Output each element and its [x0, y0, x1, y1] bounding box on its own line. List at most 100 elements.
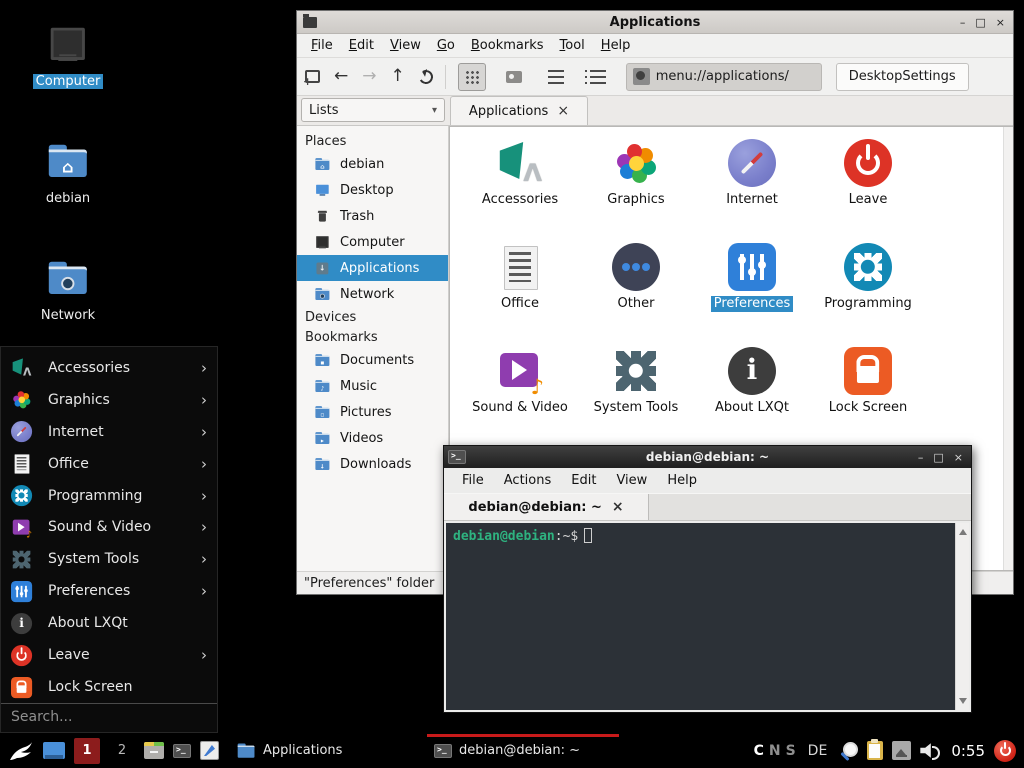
fm-menu-help[interactable]: Help	[593, 35, 639, 56]
fm-menu-bookmarks[interactable]: Bookmarks	[463, 35, 552, 56]
sidebar-item-computer[interactable]: Computer	[297, 229, 448, 255]
removable-media-icon[interactable]	[892, 741, 911, 760]
sidebar-item-network[interactable]: Network	[297, 281, 448, 307]
fm-menu-view[interactable]: View	[382, 35, 429, 56]
fm-scrollbar[interactable]	[1003, 127, 1013, 570]
fm-item-about-lxqt[interactable]: About LXQt	[694, 347, 810, 451]
fm-item-accessories[interactable]: Accessories	[462, 139, 578, 243]
menu-item-preferences[interactable]: Preferences ›	[1, 575, 217, 607]
sidebar-item-documents[interactable]: ▪ Documents	[297, 347, 448, 373]
desktop-icon-network[interactable]: Network	[18, 256, 118, 323]
term-menu-help[interactable]: Help	[657, 470, 707, 491]
fm-menu-file[interactable]: File	[303, 35, 341, 56]
workspace-1-button[interactable]: 1	[74, 738, 100, 764]
up-icon[interactable]: ↑	[391, 68, 405, 85]
sidebar-item-videos[interactable]: ▸ Videos	[297, 425, 448, 451]
scroll-up-icon[interactable]	[959, 525, 967, 535]
sidebar-item-music[interactable]: ♪ Music	[297, 373, 448, 399]
keyboard-indicator[interactable]: C N S	[754, 743, 796, 759]
maximize-icon[interactable]: □	[975, 17, 985, 28]
reload-icon[interactable]	[417, 68, 434, 85]
terminal-tab[interactable]: debian@debian: ~	[444, 494, 649, 520]
thumbnail-view-button[interactable]	[500, 63, 528, 91]
terminal-content[interactable]: debian@debian:~$	[444, 521, 971, 712]
new-tab-icon[interactable]	[305, 70, 320, 83]
task-button-terminal[interactable]: debian@debian: ~	[427, 733, 625, 768]
fm-item-system-tools[interactable]: System Tools	[578, 347, 694, 451]
back-icon[interactable]: ←	[334, 68, 348, 85]
sidebar-item-downloads[interactable]: ↓ Downloads	[297, 451, 448, 477]
fm-item-sound-video[interactable]: Sound & Video	[462, 347, 578, 451]
menu-item-office[interactable]: Office ›	[1, 448, 217, 480]
term-menu-view[interactable]: View	[606, 470, 657, 491]
fm-menu-go[interactable]: Go	[429, 35, 463, 56]
desktop-icon-debian[interactable]: ⌂ debian	[18, 139, 118, 206]
fm-item-office[interactable]: Office	[462, 243, 578, 347]
terminal-titlebar[interactable]: debian@debian: ~ – □ ×	[444, 446, 971, 468]
fm-item-leave[interactable]: Leave	[810, 139, 926, 243]
menu-search-input[interactable]: Search...	[1, 703, 217, 732]
fm-item-internet[interactable]: Internet	[694, 139, 810, 243]
fm-menu-tool[interactable]: Tool	[552, 35, 593, 56]
term-menu-edit[interactable]: Edit	[561, 470, 606, 491]
path-bar[interactable]: menu://applications/	[626, 63, 822, 91]
lxqt-menu-button[interactable]	[8, 740, 34, 762]
menu-item-programming[interactable]: Programming ›	[1, 480, 217, 512]
sidebar-item-pictures[interactable]: ▫ Pictures	[297, 399, 448, 425]
term-menu-file[interactable]: File	[452, 470, 494, 491]
close-icon[interactable]: ×	[954, 452, 963, 463]
terminal-scrollbar[interactable]	[955, 523, 969, 710]
terminal-screen[interactable]: debian@debian:~$	[446, 523, 955, 710]
text-editor-launcher-icon[interactable]	[200, 741, 219, 760]
fm-titlebar[interactable]: Applications – □ ×	[297, 11, 1013, 34]
sidebar-item-applications[interactable]: Applications	[297, 255, 448, 281]
term-menu-actions[interactable]: Actions	[494, 470, 562, 491]
volume-icon[interactable]	[920, 742, 942, 760]
fm-menu-edit[interactable]: Edit	[341, 35, 382, 56]
menu-item-accessories[interactable]: Accessories ›	[1, 352, 217, 384]
fm-tab-applications[interactable]: Applications	[450, 96, 588, 125]
close-icon[interactable]: ×	[996, 17, 1005, 28]
workspace-2-button[interactable]: 2	[109, 738, 135, 764]
lists-dropdown[interactable]: Lists ▾	[301, 98, 445, 122]
icon-view-button[interactable]	[458, 63, 486, 91]
forward-icon[interactable]: →	[362, 68, 376, 85]
menu-item-graphics[interactable]: Graphics ›	[1, 384, 217, 416]
keyboard-layout-indicator[interactable]: DE	[808, 743, 828, 759]
submenu-arrow-icon: ›	[201, 455, 207, 473]
fm-item-lock-screen[interactable]: Lock Screen	[810, 347, 926, 451]
compact-view-button[interactable]	[542, 63, 570, 91]
menu-item-lock-screen[interactable]: Lock Screen	[1, 671, 217, 703]
minimize-icon[interactable]: –	[918, 452, 924, 463]
sidebar-item-desktop[interactable]: Desktop	[297, 177, 448, 203]
tab-close-icon[interactable]	[557, 103, 569, 119]
power-button[interactable]	[994, 740, 1016, 762]
fm-item-other[interactable]: Other	[578, 243, 694, 347]
sidebar-item-trash[interactable]: Trash	[297, 203, 448, 229]
clock[interactable]: 0:55	[951, 742, 985, 760]
screenshot-tool-icon[interactable]	[839, 741, 858, 760]
sidebar-item-debian[interactable]: ⌂ debian	[297, 151, 448, 177]
minimize-icon[interactable]: –	[960, 17, 966, 28]
file-manager-launcher-icon[interactable]	[144, 742, 164, 759]
leave-icon	[11, 645, 32, 666]
menu-item-internet[interactable]: Internet ›	[1, 416, 217, 448]
menu-item-leave[interactable]: Leave ›	[1, 639, 217, 671]
maximize-icon[interactable]: □	[933, 452, 943, 463]
show-desktop-icon[interactable]	[43, 742, 65, 759]
desktop-settings-button[interactable]: DesktopSettings	[836, 63, 969, 91]
desktop-icon-computer[interactable]: Computer	[18, 22, 118, 89]
detailed-view-button[interactable]	[584, 63, 612, 91]
tab-close-icon[interactable]	[612, 499, 624, 515]
fm-item-graphics[interactable]: Graphics	[578, 139, 694, 243]
fm-item-preferences[interactable]: Preferences	[694, 243, 810, 347]
task-button-applications[interactable]: Applications	[229, 733, 427, 768]
menu-item-about-lxqt[interactable]: About LXQt	[1, 607, 217, 639]
lock-screen-icon	[844, 347, 892, 395]
terminal-launcher-icon[interactable]	[173, 744, 191, 758]
fm-item-programming[interactable]: Programming	[810, 243, 926, 347]
menu-item-sound-video[interactable]: Sound & Video ›	[1, 512, 217, 544]
clipboard-icon[interactable]	[867, 741, 883, 760]
scroll-down-icon[interactable]	[959, 698, 967, 708]
menu-item-system-tools[interactable]: System Tools ›	[1, 543, 217, 575]
